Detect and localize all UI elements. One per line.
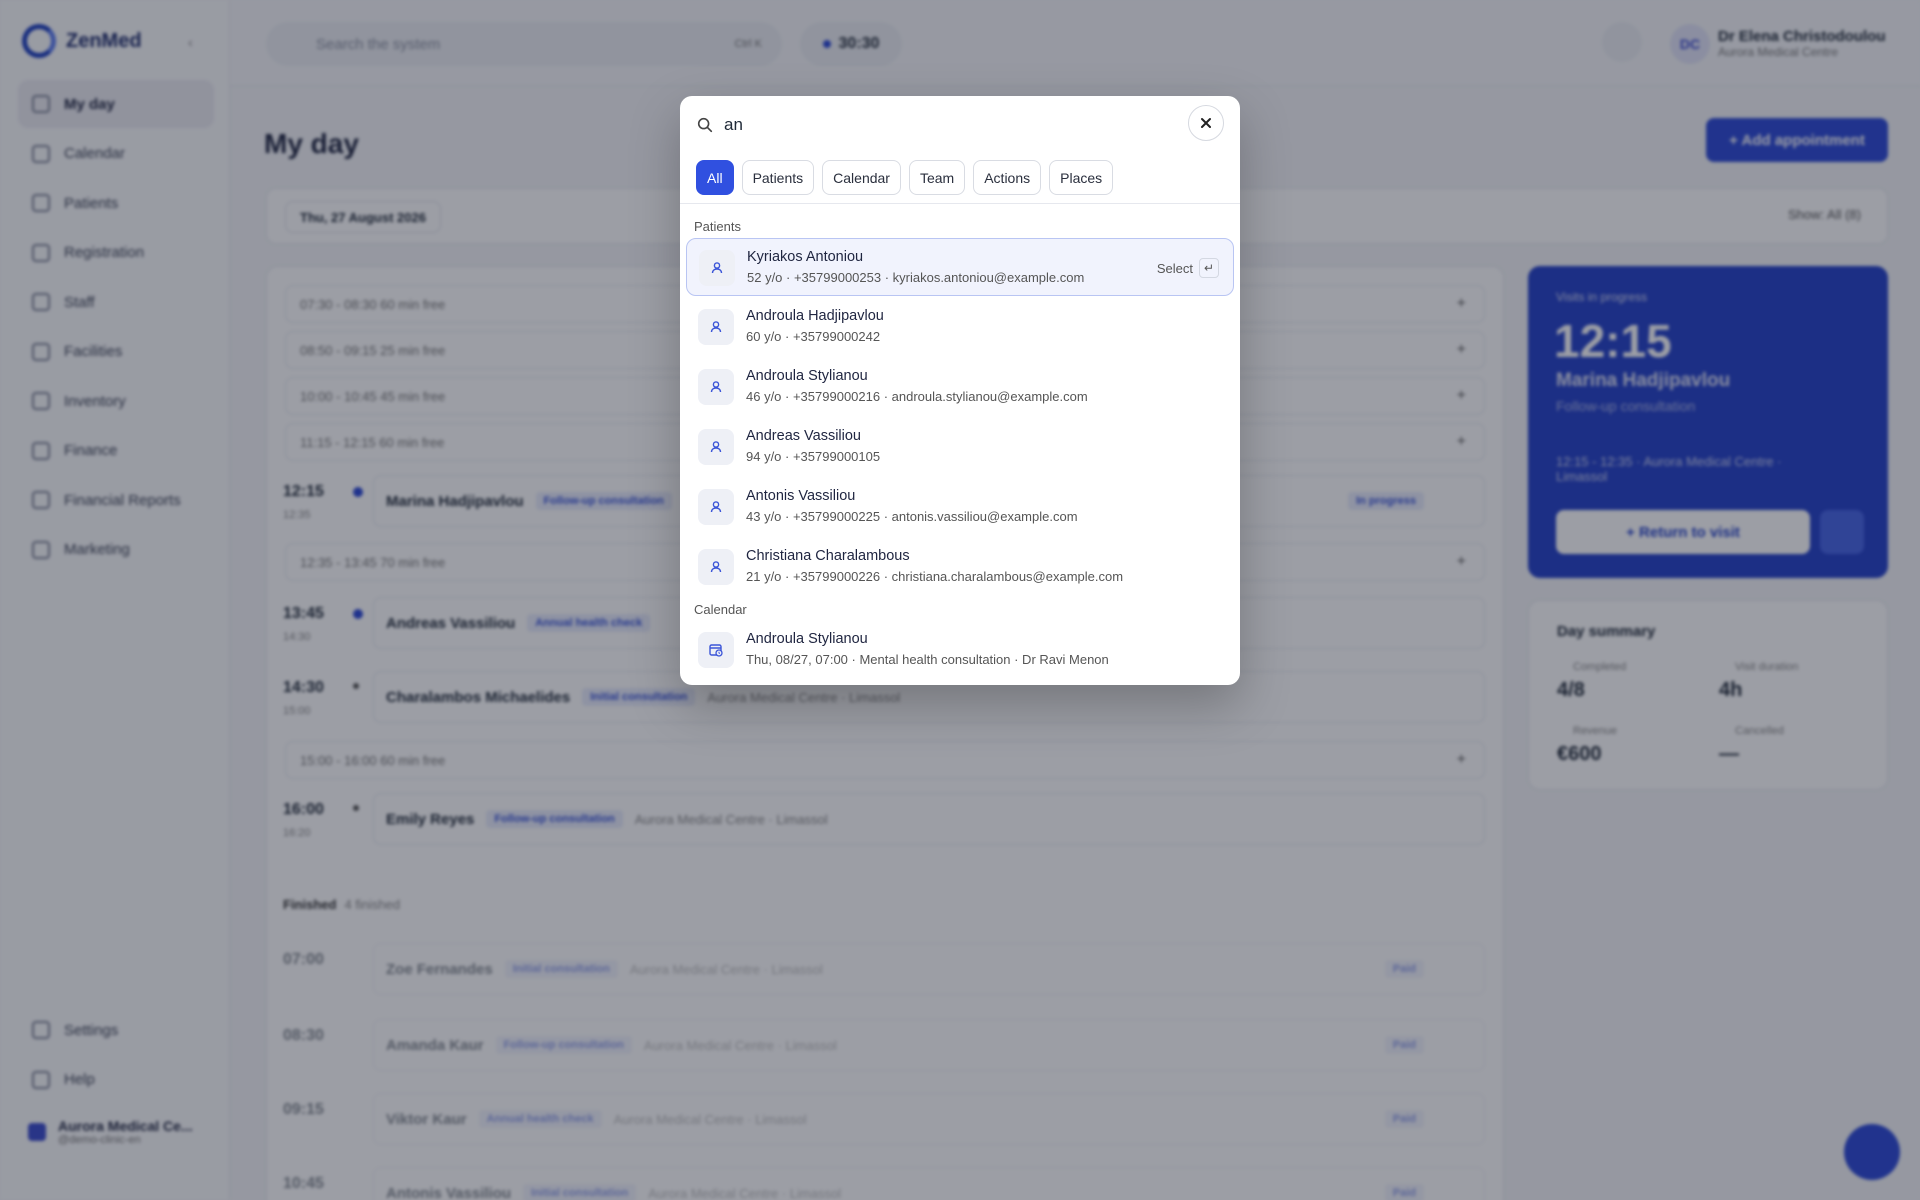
calendar-clock-icon xyxy=(698,632,734,668)
result-title: Androula Hadjipavlou xyxy=(746,308,884,324)
tab-places[interactable]: Places xyxy=(1049,160,1114,195)
result-subtitle: 43 y/o · +35799000225 · antonis.vassilio… xyxy=(746,509,1078,524)
result-title: Kyriakos Antoniou xyxy=(747,249,864,265)
section-header-calendar: Calendar xyxy=(694,602,747,617)
result-title: Antonis Vassiliou xyxy=(746,488,856,504)
palette-results[interactable]: Patients Kyriakos Antoniou 52 y/o · +357… xyxy=(680,205,1240,685)
user-icon xyxy=(698,489,734,525)
search-icon xyxy=(697,117,713,133)
result-title: Christiana Charalambous xyxy=(746,548,910,564)
result-subtitle: 21 y/o · +35799000226 · christiana.chara… xyxy=(746,569,1124,584)
user-icon xyxy=(698,429,734,465)
select-label: Select xyxy=(1156,260,1193,276)
palette-tabs: All Patients Calendar Team Actions Place… xyxy=(696,160,1114,195)
result-patient[interactable]: Androula Hadjipavlou 60 y/o · +357990002… xyxy=(686,298,1234,356)
tab-calendar[interactable]: Calendar xyxy=(822,160,901,195)
result-patient[interactable]: Androula Stylianou 46 y/o · +35799000216… xyxy=(686,358,1234,416)
result-calendar-event[interactable]: Androula Stylianou Thu, 08/27, 07:00 · M… xyxy=(686,621,1234,679)
result-subtitle: Thu, 08/27, 07:00 · Mental health consul… xyxy=(746,652,1109,667)
tab-patients[interactable]: Patients xyxy=(741,160,815,195)
command-palette: All Patients Calendar Team Actions Place… xyxy=(680,96,1240,685)
user-icon xyxy=(698,369,734,405)
result-patient[interactable]: Andreas Vassiliou 94 y/o · +35799000105 xyxy=(686,418,1234,476)
select-hint: Select ↵ xyxy=(1157,258,1219,278)
palette-header: All Patients Calendar Team Actions Place… xyxy=(680,96,1240,204)
close-icon xyxy=(1201,118,1211,128)
user-icon xyxy=(698,549,734,585)
result-subtitle: 46 y/o · +35799000216 · androula.stylian… xyxy=(746,389,1088,404)
user-icon xyxy=(699,250,735,286)
tab-team[interactable]: Team xyxy=(908,160,966,195)
result-patient[interactable]: Antonis Vassiliou 43 y/o · +35799000225 … xyxy=(686,478,1234,536)
enter-key-icon: ↵ xyxy=(1199,258,1219,278)
result-subtitle: 52 y/o · +35799000253 · kyriakos.antonio… xyxy=(747,270,1085,285)
tab-all[interactable]: All xyxy=(696,160,734,195)
result-subtitle: 60 y/o · +35799000242 xyxy=(746,329,881,344)
result-title: Androula Stylianou xyxy=(746,631,868,647)
result-title: Andreas Vassiliou xyxy=(746,428,861,444)
result-patient[interactable]: Christiana Charalambous 21 y/o · +357990… xyxy=(686,538,1234,596)
result-title: Androula Stylianou xyxy=(746,368,868,384)
result-patient[interactable]: Kyriakos Antoniou 52 y/o · +35799000253 … xyxy=(686,238,1234,296)
palette-search-input[interactable] xyxy=(724,108,1144,142)
close-button[interactable] xyxy=(1188,105,1224,141)
tab-actions[interactable]: Actions xyxy=(973,160,1042,195)
result-subtitle: 94 y/o · +35799000105 xyxy=(746,449,881,464)
section-header-patients: Patients xyxy=(694,219,741,234)
user-icon xyxy=(698,309,734,345)
